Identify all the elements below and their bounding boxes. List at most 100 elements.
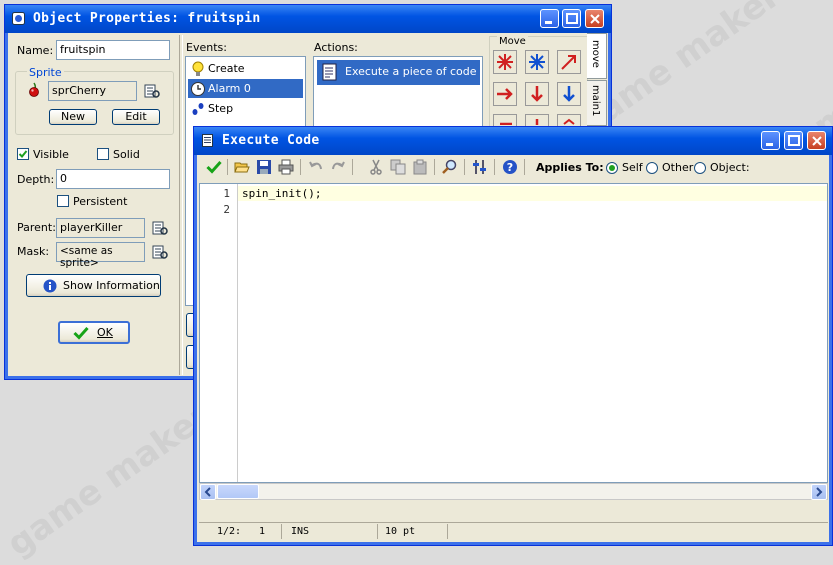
visible-checkbox[interactable] — [17, 148, 29, 160]
parent-menu-icon[interactable] — [152, 220, 168, 236]
current-line-highlight — [238, 186, 827, 201]
event-item-step[interactable]: Step — [188, 99, 303, 118]
arrow-up-icon — [535, 119, 539, 125]
close-button[interactable] — [585, 9, 604, 28]
checkmark-icon — [73, 326, 89, 340]
cherry-icon — [29, 82, 39, 97]
name-input[interactable]: fruitspin — [56, 40, 170, 60]
undo-button[interactable] — [306, 157, 326, 177]
window-title: Object Properties: fruitspin — [33, 11, 261, 26]
minimize-button[interactable] — [540, 9, 559, 28]
reverse-horizontal-button[interactable] — [493, 114, 517, 126]
open-button[interactable] — [232, 157, 252, 177]
status-column: 1 — [259, 526, 266, 537]
help-button[interactable]: ? — [500, 157, 520, 177]
paste-icon — [413, 159, 427, 175]
sprite-menu-icon[interactable] — [144, 83, 160, 99]
footsteps-icon — [192, 103, 204, 115]
actions-label: Actions: — [314, 41, 358, 54]
speed-vertical-button[interactable] — [525, 82, 549, 106]
applies-object-radio[interactable] — [694, 162, 706, 174]
applies-other-radio[interactable] — [646, 162, 658, 174]
events-label: Events: — [186, 41, 227, 54]
event-item-alarm-0[interactable]: Alarm 0 — [188, 79, 303, 98]
action-item-execute-code[interactable]: Execute a piece of code — [317, 60, 480, 85]
tab-move-label: move — [590, 40, 601, 68]
move-fixed-button[interactable] — [493, 50, 517, 74]
save-button[interactable] — [254, 157, 274, 177]
redo-button[interactable] — [328, 157, 348, 177]
copy-button[interactable] — [388, 157, 408, 177]
toolbar-separator — [464, 159, 465, 175]
sprite-group-label: Sprite — [27, 66, 64, 79]
tab-move[interactable]: move — [587, 33, 607, 79]
ok-button[interactable]: OK — [58, 321, 130, 344]
close-icon — [812, 136, 822, 146]
magnifier-icon — [442, 159, 457, 174]
show-information-label: Show Information — [63, 279, 160, 292]
event-item-create[interactable]: Create — [188, 59, 303, 78]
move-towards-button[interactable] — [557, 50, 581, 74]
lightbulb-icon — [192, 61, 204, 76]
mask-menu-icon[interactable] — [152, 244, 168, 260]
new-sprite-button[interactable]: New — [49, 109, 97, 125]
code-editor[interactable]: 1 2 spin_init(); — [199, 183, 828, 483]
check-code-button[interactable] — [470, 157, 490, 177]
arrow-left-icon — [204, 487, 211, 497]
maximize-button[interactable] — [784, 131, 803, 150]
show-information-button[interactable]: Show Information — [26, 274, 161, 297]
info-icon — [43, 279, 57, 293]
object-icon — [12, 12, 25, 25]
cut-button[interactable] — [366, 157, 386, 177]
watermark: game maker — [0, 395, 218, 565]
parent-field[interactable]: playerKiller — [56, 218, 145, 238]
spacer — [199, 501, 828, 521]
paste-button[interactable] — [410, 157, 430, 177]
code-line[interactable]: spin_init(); — [242, 186, 321, 202]
reverse-vertical-button[interactable] — [525, 114, 549, 126]
close-button[interactable] — [807, 131, 826, 150]
applies-self-radio[interactable] — [606, 162, 618, 174]
copy-icon — [390, 159, 406, 175]
help-icon: ? — [503, 160, 517, 174]
checkmark-icon — [206, 160, 222, 174]
scissors-icon — [370, 159, 382, 175]
depth-input[interactable]: 0 — [56, 169, 170, 189]
print-button[interactable] — [276, 157, 296, 177]
redo-icon — [332, 161, 345, 170]
minimize-button[interactable] — [761, 131, 780, 150]
maximize-button[interactable] — [562, 9, 581, 28]
sprite-field[interactable]: sprCherry — [48, 81, 137, 101]
applies-object-label: Object: — [710, 161, 750, 174]
arrow-down-red-icon — [531, 86, 543, 102]
toolbar-separator — [524, 159, 525, 175]
scroll-thumb[interactable] — [217, 484, 259, 499]
folder-open-icon — [234, 162, 250, 173]
friction-icon — [563, 118, 575, 125]
line-number: 2 — [223, 203, 230, 216]
status-separator — [377, 524, 378, 539]
horizontal-scrollbar[interactable] — [199, 483, 828, 500]
edit-sprite-button[interactable]: Edit — [112, 109, 160, 125]
ok-button[interactable] — [204, 157, 224, 177]
mask-field[interactable]: <same as sprite> — [56, 242, 145, 269]
solid-label: Solid — [113, 148, 140, 161]
tab-main1[interactable]: main1 — [587, 80, 607, 126]
scroll-left-button[interactable] — [200, 484, 216, 500]
status-position: 1/2: — [217, 526, 242, 537]
set-gravity-button[interactable] — [557, 82, 581, 106]
ok-label: OK — [97, 326, 113, 339]
scroll-right-button[interactable] — [811, 484, 827, 500]
set-friction-button[interactable] — [557, 114, 581, 126]
move-free-button[interactable] — [525, 50, 549, 74]
window-title: Execute Code — [222, 133, 320, 148]
execute-code-titlebar[interactable]: Execute Code — [194, 127, 832, 155]
speed-horizontal-button[interactable] — [493, 82, 517, 106]
status-mode: INS — [291, 526, 310, 537]
object-properties-titlebar[interactable]: Object Properties: fruitspin — [5, 5, 611, 33]
solid-checkbox[interactable] — [97, 148, 109, 160]
status-bar: 1/2: 1 INS 10 pt — [199, 522, 828, 541]
toolbar-separator — [434, 159, 435, 175]
find-button[interactable] — [440, 157, 460, 177]
persistent-checkbox[interactable] — [57, 195, 69, 207]
